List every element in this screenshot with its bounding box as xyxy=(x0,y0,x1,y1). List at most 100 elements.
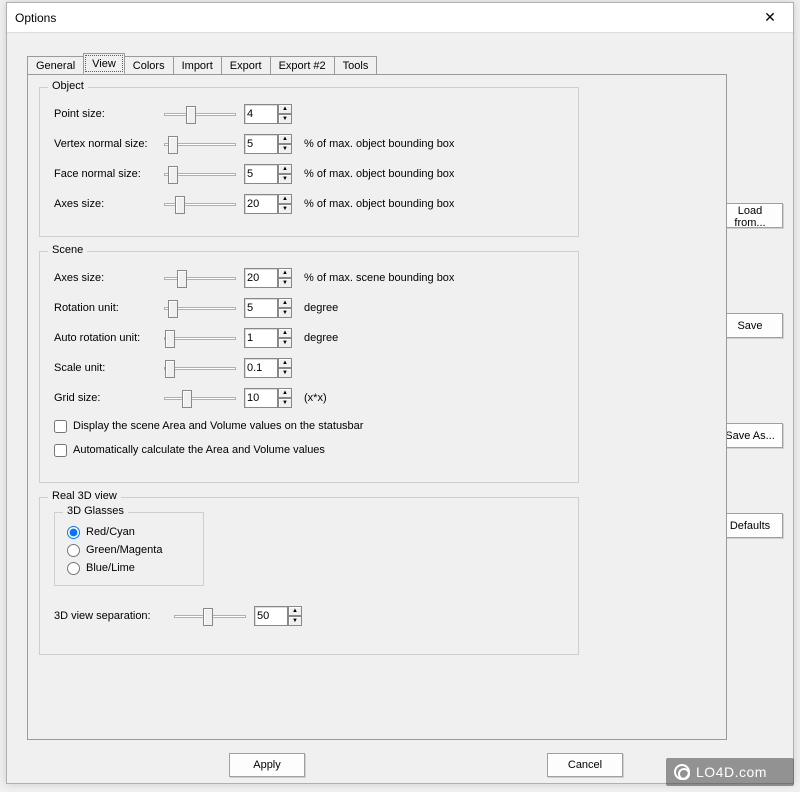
spin-scene-axes-size: ▲▼ xyxy=(244,268,292,288)
slider-object-axes-size[interactable] xyxy=(164,194,236,214)
tabs: General View Colors Import Export Export… xyxy=(27,53,376,74)
slider-face-normal-size[interactable] xyxy=(164,164,236,184)
tab-general[interactable]: General xyxy=(27,56,84,75)
cancel-button[interactable]: Cancel xyxy=(547,753,623,777)
slider-scale-unit[interactable] xyxy=(164,358,236,378)
group-legend: 3D Glasses xyxy=(63,505,128,517)
spin-down-icon[interactable]: ▼ xyxy=(278,204,292,214)
spin-down-icon[interactable]: ▼ xyxy=(278,308,292,318)
label-grid-size: Grid size: xyxy=(54,392,164,404)
tab-label: Colors xyxy=(133,60,165,72)
spin-down-icon[interactable]: ▼ xyxy=(288,616,302,626)
spin-rotation-unit: ▲▼ xyxy=(244,298,292,318)
radio-red-cyan-label: Red/Cyan xyxy=(86,526,135,538)
group-scene: Scene Axes size: ▲▼ % of max. scene boun… xyxy=(39,251,579,483)
radio-red-cyan[interactable] xyxy=(67,526,80,539)
unit-object-axes-size: % of max. object bounding box xyxy=(294,198,454,210)
group-legend: Object xyxy=(48,80,88,92)
input-rotation-unit[interactable] xyxy=(244,298,278,318)
spin-down-icon[interactable]: ▼ xyxy=(278,338,292,348)
watermark: LO4D.com xyxy=(666,758,794,786)
spin-point-size: ▲▼ xyxy=(244,104,292,124)
input-point-size[interactable] xyxy=(244,104,278,124)
input-grid-size[interactable] xyxy=(244,388,278,408)
tab-label: Tools xyxy=(343,60,369,72)
input-object-axes-size[interactable] xyxy=(244,194,278,214)
spin-up-icon[interactable]: ▲ xyxy=(278,358,292,368)
label-vertex-normal-size: Vertex normal size: xyxy=(54,138,164,150)
spin-up-icon[interactable]: ▲ xyxy=(278,164,292,174)
row-vertex-normal-size: Vertex normal size: ▲▼ % of max. object … xyxy=(54,132,564,156)
spin-up-icon[interactable]: ▲ xyxy=(278,388,292,398)
spin-grid-size: ▲▼ xyxy=(244,388,292,408)
spin-up-icon[interactable]: ▲ xyxy=(288,606,302,616)
checkbox-auto-calc-area-volume[interactable] xyxy=(54,444,67,457)
row-object-axes-size: Axes size: ▲▼ % of max. object bounding … xyxy=(54,192,564,216)
group-real3d: Real 3D view 3D Glasses Red/Cyan Green/M… xyxy=(39,497,579,655)
tab-tools[interactable]: Tools xyxy=(334,56,378,75)
spin-up-icon[interactable]: ▲ xyxy=(278,104,292,114)
tab-export2[interactable]: Export #2 xyxy=(270,56,335,75)
button-label: Cancel xyxy=(568,759,602,771)
tab-label: View xyxy=(92,58,116,70)
checkbox-display-area-volume[interactable] xyxy=(54,420,67,433)
unit-scene-axes-size: % of max. scene bounding box xyxy=(294,272,454,284)
radio-green-magenta-label: Green/Magenta xyxy=(86,544,162,556)
group-3d-glasses: 3D Glasses Red/Cyan Green/Magenta Blue/L… xyxy=(54,512,204,586)
radio-green-magenta[interactable] xyxy=(67,544,80,557)
row-point-size: Point size: ▲▼ xyxy=(54,102,564,126)
tab-view[interactable]: View xyxy=(83,53,125,74)
tab-label: General xyxy=(36,60,75,72)
group-legend: Scene xyxy=(48,244,87,256)
tab-label: Export #2 xyxy=(279,60,326,72)
spin-down-icon[interactable]: ▼ xyxy=(278,144,292,154)
input-scale-unit[interactable] xyxy=(244,358,278,378)
watermark-text: LO4D.com xyxy=(696,764,767,780)
spin-up-icon[interactable]: ▲ xyxy=(278,298,292,308)
label-point-size: Point size: xyxy=(54,108,164,120)
row-3d-separation: 3D view separation: ▲▼ xyxy=(54,604,564,628)
row-face-normal-size: Face normal size: ▲▼ % of max. object bo… xyxy=(54,162,564,186)
unit-rotation-unit: degree xyxy=(294,302,338,314)
input-vertex-normal-size[interactable] xyxy=(244,134,278,154)
spin-down-icon[interactable]: ▼ xyxy=(278,278,292,288)
unit-vertex-normal-size: % of max. object bounding box xyxy=(294,138,454,150)
spin-3d-separation: ▲▼ xyxy=(254,606,302,626)
button-label: Load from... xyxy=(734,205,765,229)
slider-vertex-normal-size[interactable] xyxy=(164,134,236,154)
slider-3d-separation[interactable] xyxy=(174,606,246,626)
input-auto-rotation-unit[interactable] xyxy=(244,328,278,348)
radio-blue-lime[interactable] xyxy=(67,562,80,575)
row-scene-axes-size: Axes size: ▲▼ % of max. scene bounding b… xyxy=(54,266,564,290)
slider-auto-rotation-unit[interactable] xyxy=(164,328,236,348)
spin-down-icon[interactable]: ▼ xyxy=(278,368,292,378)
unit-grid-size: (x*x) xyxy=(294,392,327,404)
input-face-normal-size[interactable] xyxy=(244,164,278,184)
spin-down-icon[interactable]: ▼ xyxy=(278,174,292,184)
group-object: Object Point size: ▲▼ Vertex normal size… xyxy=(39,87,579,237)
slider-grid-size[interactable] xyxy=(164,388,236,408)
label-auto-rotation-unit: Auto rotation unit: xyxy=(54,332,164,344)
input-scene-axes-size[interactable] xyxy=(244,268,278,288)
spin-down-icon[interactable]: ▼ xyxy=(278,398,292,408)
button-label: Defaults xyxy=(730,520,770,532)
row-rotation-unit: Rotation unit: ▲▼ degree xyxy=(54,296,564,320)
checkbox-display-area-volume-row: Display the scene Area and Volume values… xyxy=(54,416,564,436)
tab-export[interactable]: Export xyxy=(221,56,271,75)
input-3d-separation[interactable] xyxy=(254,606,288,626)
spin-up-icon[interactable]: ▲ xyxy=(278,194,292,204)
spin-up-icon[interactable]: ▲ xyxy=(278,328,292,338)
spin-down-icon[interactable]: ▼ xyxy=(278,114,292,124)
tab-colors[interactable]: Colors xyxy=(124,56,174,75)
slider-rotation-unit[interactable] xyxy=(164,298,236,318)
apply-button[interactable]: Apply xyxy=(229,753,305,777)
tab-import[interactable]: Import xyxy=(173,56,222,75)
checkbox-auto-calc-area-volume-row: Automatically calculate the Area and Vol… xyxy=(54,440,564,460)
slider-scene-axes-size[interactable] xyxy=(164,268,236,288)
close-icon[interactable]: ✕ xyxy=(747,3,793,33)
spin-up-icon[interactable]: ▲ xyxy=(278,268,292,278)
spin-up-icon[interactable]: ▲ xyxy=(278,134,292,144)
slider-point-size[interactable] xyxy=(164,104,236,124)
radio-green-magenta-row: Green/Magenta xyxy=(65,541,193,559)
spin-scale-unit: ▲▼ xyxy=(244,358,292,378)
